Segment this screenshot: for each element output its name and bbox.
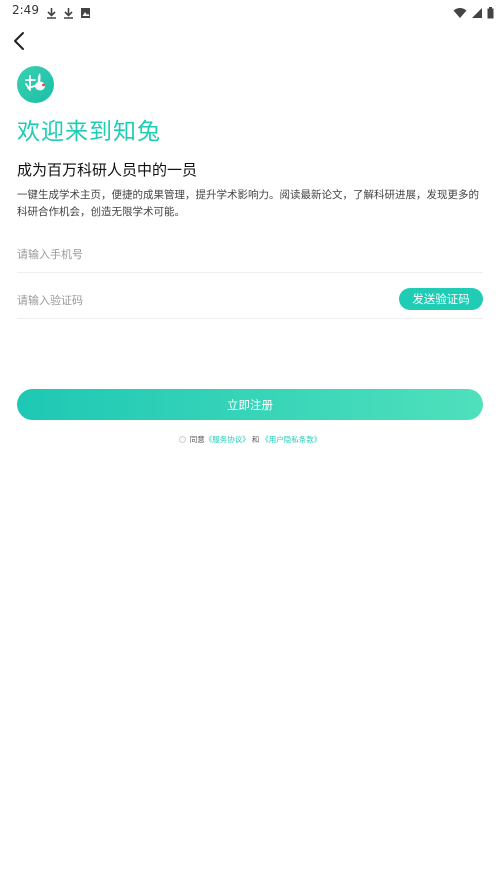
download-icon: [46, 4, 57, 23]
status-bar: 2:49: [0, 0, 500, 22]
notification-icons: [46, 4, 91, 23]
verification-code-input[interactable]: [17, 293, 317, 307]
signal-icon: [471, 4, 483, 23]
register-screen: 2:49 欢迎来到知兔 成为百万科研人员中的一员 一键生成学术主页，便捷的成果管…: [0, 0, 500, 890]
phone-field: [17, 236, 483, 273]
subtitle: 成为百万科研人员中的一员: [17, 161, 198, 179]
welcome-title: 欢迎来到知兔: [17, 119, 161, 145]
download-icon: [63, 4, 74, 23]
back-button[interactable]: [8, 32, 30, 54]
agreement-prefix: 同意: [189, 435, 205, 444]
privacy-policy-link[interactable]: 《用户隐私条款》: [261, 434, 321, 445]
service-agreement-link[interactable]: 《服务协议》: [205, 434, 250, 445]
status-time: 2:49: [12, 3, 39, 17]
chevron-left-icon: [12, 31, 26, 55]
wifi-icon: [453, 4, 467, 23]
register-button[interactable]: 立即注册: [17, 389, 483, 420]
agreement-checkbox[interactable]: [178, 436, 186, 443]
phone-input[interactable]: [17, 247, 317, 261]
rabbit-logo-icon: [17, 66, 54, 103]
system-icons: [453, 4, 494, 23]
code-field: 发送验证码: [17, 282, 483, 319]
agreement-conjunction: 和: [251, 435, 260, 444]
send-code-button[interactable]: 发送验证码: [399, 288, 483, 310]
image-icon: [80, 4, 91, 23]
agreement-row: 同意 《服务协议》 和 《用户隐私条款》: [0, 434, 500, 445]
description: 一键生成学术主页，便捷的成果管理，提升学术影响力。阅读最新论文，了解科研进展，发…: [17, 189, 479, 218]
battery-icon: [487, 4, 494, 23]
